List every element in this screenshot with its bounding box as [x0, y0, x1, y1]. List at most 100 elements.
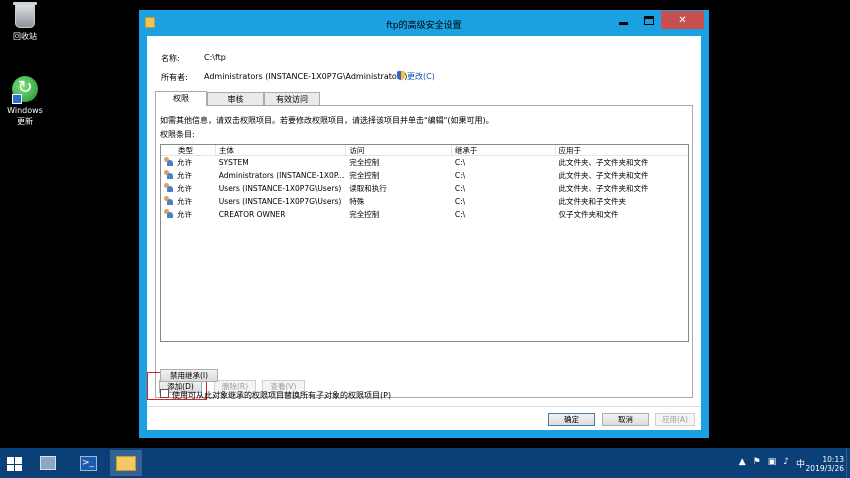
ok-button[interactable]: 确定 — [548, 413, 595, 426]
tab-permissions-label: 权限 — [173, 94, 189, 103]
cell-applies: 此文件夹、子文件夹和文件 — [558, 158, 649, 167]
windows-update-label: Windows 更新 — [7, 106, 43, 126]
cell-inherited: C:\ — [454, 210, 466, 219]
footer-separator — [147, 406, 701, 407]
close-button[interactable]: ✕ — [661, 11, 704, 29]
cell-inherited: C:\ — [454, 184, 466, 193]
name-value: C:\ftp — [204, 53, 226, 62]
entries-label: 权限条目: — [160, 130, 195, 139]
cell-type: 允许 — [177, 158, 192, 167]
clock-date: 2019/3/26 — [805, 464, 844, 473]
windows-update-icon — [12, 76, 38, 104]
col-access[interactable]: 访问 — [346, 145, 452, 155]
powershell-icon: >_ — [79, 455, 97, 471]
replace-child-permissions-checkbox[interactable] — [160, 389, 169, 398]
info-text: 如需其他信息，请双击权限项目。若要修改权限项目，请选择该项目并单击"编辑"(如果… — [160, 116, 494, 125]
server-manager-button[interactable] — [33, 450, 63, 476]
maximize-button[interactable] — [636, 11, 661, 29]
tray-flag-icon[interactable]: ⚑ — [753, 457, 761, 470]
owner-label: 所有者: — [161, 73, 188, 82]
advanced-security-window: ftp的高级安全设置 ✕ 名称: C:\ftp 所有者: Administrat… — [139, 10, 709, 438]
change-owner-link[interactable]: 更改(C) — [397, 71, 435, 82]
disable-inheritance-button[interactable]: 禁用继承(I) — [160, 369, 218, 382]
taskbar: >_ ▲ ⚑ ▣ ♪ 中 10:13 2019/3/26 — [0, 448, 850, 478]
clock[interactable]: 10:13 2019/3/26 — [806, 455, 844, 473]
recycle-bin-label: 回收站 — [13, 32, 37, 41]
cell-type: 允许 — [177, 210, 192, 219]
cell-principal: CREATOR OWNER — [218, 210, 286, 219]
cell-inherited: C:\ — [454, 197, 466, 206]
users-icon — [164, 209, 173, 218]
minimize-icon — [619, 21, 628, 25]
cell-access: 完全控制 — [349, 210, 380, 219]
cell-principal: Users (INSTANCE-1X0P7G\Users) — [218, 197, 342, 206]
permission-entry-row[interactable]: 允许 CREATOR OWNER 完全控制 C:\ 仅子文件夹和文件 — [161, 208, 688, 221]
tray-chevron-icon[interactable]: ▲ — [739, 457, 746, 470]
col-inherited-from[interactable]: 继承于 — [452, 145, 556, 155]
cell-applies: 此文件夹、子文件夹和文件 — [558, 171, 649, 180]
permission-entry-row[interactable]: 允许 Users (INSTANCE-1X0P7G\Users) 特殊 C:\ 此文件夹… — [161, 195, 688, 208]
apply-button[interactable]: 应用(A) — [655, 413, 695, 426]
clock-time: 10:13 — [822, 455, 844, 464]
cancel-button[interactable]: 取消 — [602, 413, 649, 426]
cell-principal: Users (INSTANCE-1X0P7G\Users) — [218, 184, 342, 193]
cell-type: 允许 — [177, 184, 192, 193]
cell-applies: 仅子文件夹和文件 — [558, 210, 619, 219]
maximize-icon — [643, 15, 654, 25]
powershell-button[interactable]: >_ — [73, 450, 103, 476]
cell-applies: 此文件夹和子文件夹 — [558, 197, 627, 206]
col-type[interactable]: 类型 — [161, 145, 216, 155]
tab-effective-access[interactable]: 有效访问 — [264, 92, 320, 106]
tray-volume-icon[interactable]: ♪ — [783, 457, 789, 470]
tab-effective-access-label: 有效访问 — [276, 95, 308, 104]
list-header: 类型 主体 访问 继承于 应用于 — [161, 145, 688, 156]
owner-value: Administrators (INSTANCE-1X0P7G\Administ… — [204, 72, 408, 81]
cell-type: 允许 — [177, 197, 192, 206]
windows-update[interactable]: Windows 更新 — [0, 76, 50, 127]
file-explorer-button[interactable] — [110, 450, 142, 476]
users-icon — [164, 196, 173, 205]
users-icon — [164, 183, 173, 192]
permission-entry-row[interactable]: 允许 SYSTEM 完全控制 C:\ 此文件夹、子文件夹和文件 — [161, 156, 688, 169]
permissions-panel: 如需其他信息，请双击权限项目。若要修改权限项目，请选择该项目并单击"编辑"(如果… — [147, 105, 693, 400]
show-desktop-button[interactable] — [846, 448, 850, 478]
permission-entry-row[interactable]: 允许 Administrators (INSTANCE-1X0P... 完全控制 C:… — [161, 169, 688, 182]
permission-entries-list[interactable]: 类型 主体 访问 继承于 应用于 允许 SYSTEM 完全控制 C:\ 此文件夹、子文件… — [160, 144, 689, 342]
col-principal[interactable]: 主体 — [216, 145, 347, 155]
cell-inherited: C:\ — [454, 171, 466, 180]
change-owner-link-text: 更改(C) — [407, 72, 435, 81]
tab-auditing-label: 审核 — [227, 95, 244, 104]
dialog-client: 名称: C:\ftp 所有者: Administrators (INSTANCE… — [147, 36, 701, 430]
tab-permissions[interactable]: 权限 — [155, 91, 207, 106]
cell-inherited: C:\ — [454, 158, 466, 167]
cell-access: 读取和执行 — [349, 184, 387, 193]
cell-type: 允许 — [177, 171, 192, 180]
close-icon: ✕ — [678, 14, 687, 26]
server-manager-icon — [40, 456, 56, 470]
tab-auditing[interactable]: 审核 — [207, 92, 264, 106]
col-applies-to[interactable]: 应用于 — [556, 145, 688, 155]
name-label: 名称: — [161, 54, 180, 63]
users-icon — [164, 170, 173, 179]
cell-principal: Administrators (INSTANCE-1X0P... — [218, 171, 345, 180]
users-icon — [164, 157, 173, 166]
cell-access: 完全控制 — [349, 158, 380, 167]
title-bar[interactable]: ftp的高级安全设置 ✕ — [139, 10, 709, 36]
uac-shield-icon — [397, 71, 405, 80]
start-button[interactable] — [7, 457, 22, 471]
cell-access: 特殊 — [349, 197, 365, 206]
recycle-bin[interactable]: 回收站 — [0, 2, 50, 42]
list-rows: 允许 SYSTEM 完全控制 C:\ 此文件夹、子文件夹和文件 允许 Administrat… — [161, 156, 688, 221]
system-tray: ▲ ⚑ ▣ ♪ 中 — [732, 457, 805, 470]
ime-indicator[interactable]: 中 — [796, 457, 805, 470]
recycle-bin-icon — [13, 2, 37, 28]
cell-principal: SYSTEM — [218, 158, 249, 167]
cell-access: 完全控制 — [349, 171, 380, 180]
permission-entry-row[interactable]: 允许 Users (INSTANCE-1X0P7G\Users) 读取和执行 C:\ 此… — [161, 182, 688, 195]
cell-applies: 此文件夹、子文件夹和文件 — [558, 184, 649, 193]
file-explorer-icon — [116, 455, 136, 471]
tab-strip: 权限 审核 有效访问 — [155, 91, 320, 106]
replace-child-permissions-label[interactable]: 使用可从此对象继承的权限项目替换所有子对象的权限项目(P) — [172, 390, 391, 401]
tray-network-icon[interactable]: ▣ — [768, 457, 777, 470]
minimize-button[interactable] — [611, 11, 636, 29]
